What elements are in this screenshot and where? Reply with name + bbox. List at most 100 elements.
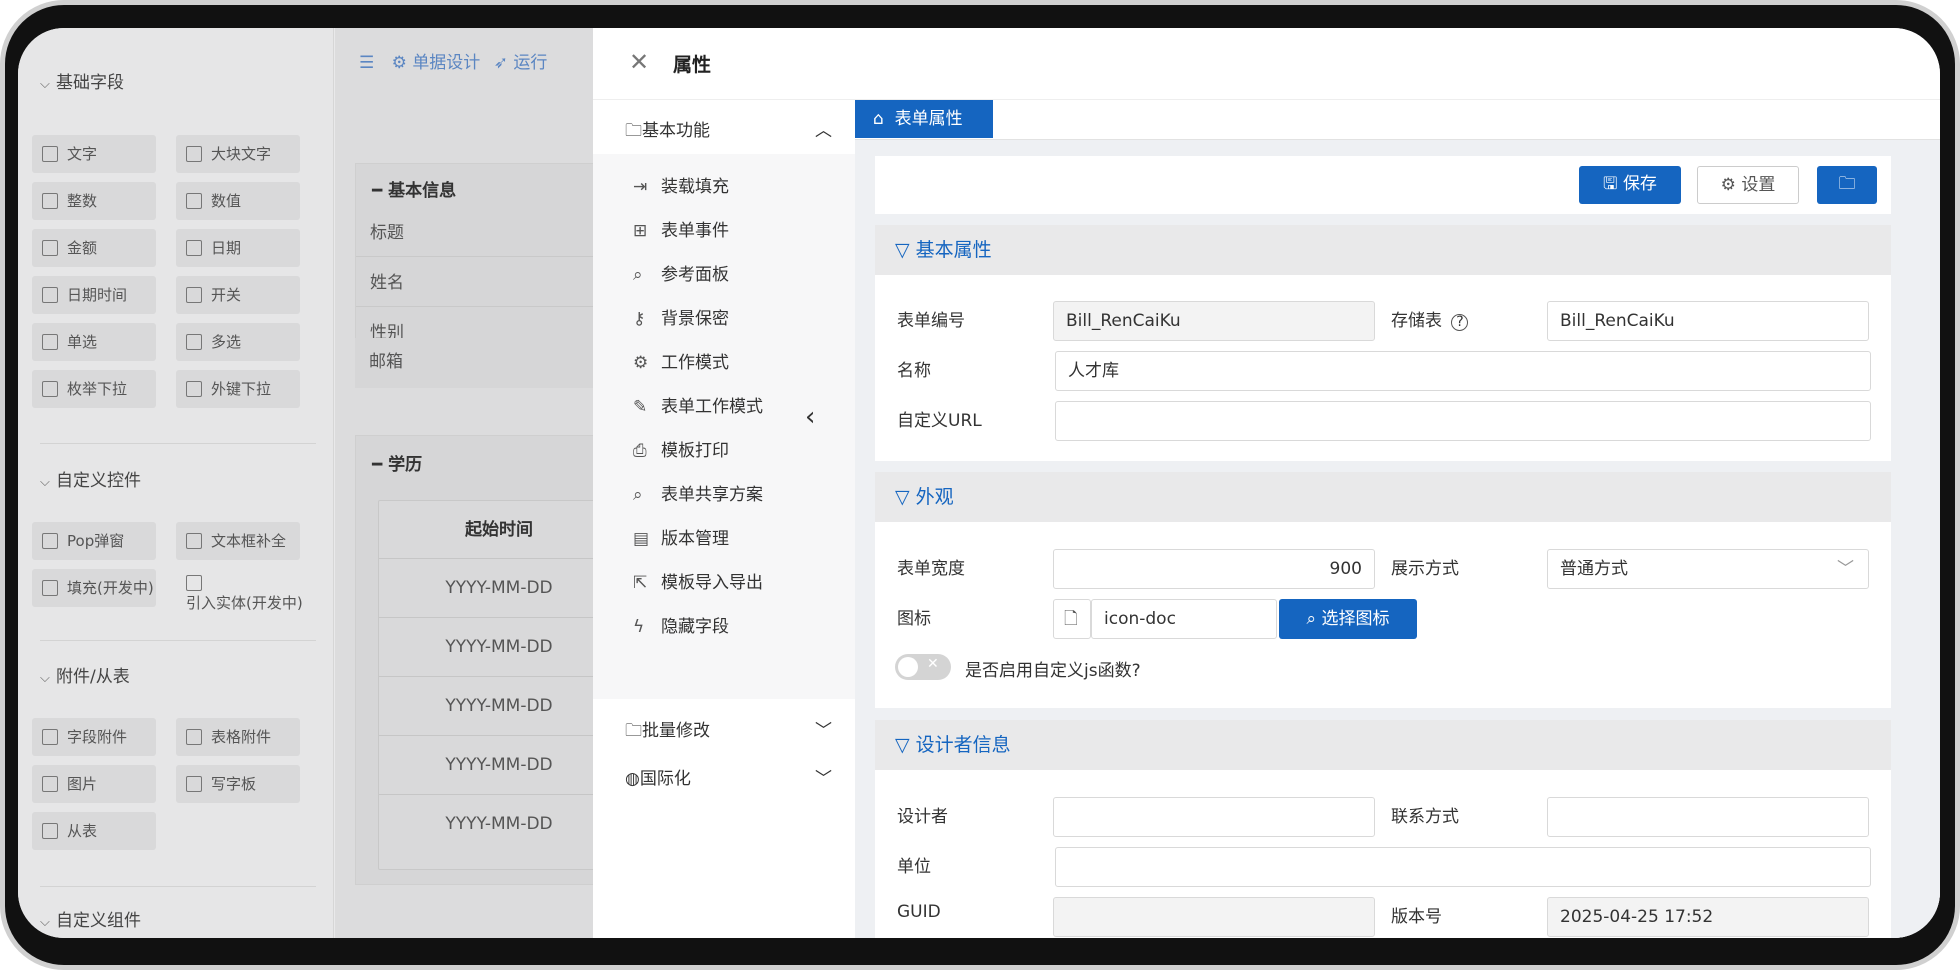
close-icon[interactable]: ✕ (629, 48, 649, 76)
help-icon[interactable]: ? (1451, 314, 1469, 331)
field-writing[interactable]: 写字板 (176, 765, 300, 803)
nav-group-batch[interactable]: 🗀批量修改 ﹀ (625, 716, 832, 747)
field-subtable[interactable]: 从表 (32, 812, 156, 850)
nav-item-import-export[interactable]: ⇱ 模板导入导出 (633, 568, 763, 593)
section-attachments[interactable]: ⌵ 附件/从表 (40, 662, 130, 687)
table-row[interactable]: YYYY-MM-DD (379, 736, 619, 795)
grid-icon: ⊞ (633, 221, 648, 241)
field-table-attach[interactable]: 表格附件 (176, 718, 300, 756)
chip-label: 表格附件 (211, 728, 272, 746)
field-money[interactable]: 金额 (32, 229, 156, 267)
field-number[interactable]: 数值 (176, 182, 300, 220)
run-button[interactable]: ➶ 运行 (494, 53, 548, 73)
field-bigtext[interactable]: 大块文字 (176, 135, 300, 173)
table-header: 起始时间 (379, 501, 619, 559)
panel-header[interactable]: ▽ 外观 (875, 472, 1891, 522)
table-row[interactable]: YYYY-MM-DD (379, 795, 619, 854)
panel-header[interactable]: ▽ 基本属性 (875, 225, 1891, 275)
field-fill[interactable]: 填充(开发中) (32, 569, 156, 607)
guid-input[interactable] (1053, 897, 1375, 937)
menu-icon[interactable]: ☰ (359, 53, 374, 73)
field-switch[interactable]: 开关 (176, 276, 300, 314)
field-row[interactable]: 邮箱 (355, 338, 615, 388)
nav-item-version[interactable]: ▤ 版本管理 (633, 524, 729, 549)
field-image[interactable]: 图片 (32, 765, 156, 803)
field-enum[interactable]: 枚举下拉 (32, 370, 156, 408)
table-row[interactable]: YYYY-MM-DD (379, 559, 619, 618)
url-input[interactable] (1055, 401, 1871, 441)
choose-icon-label: 选择图标 (1321, 609, 1390, 629)
section-basic-fields[interactable]: ⌵ 基础字段 (40, 68, 124, 93)
nav-item-events[interactable]: ⊞ 表单事件 (633, 216, 729, 241)
name-input[interactable]: 人才库 (1055, 351, 1871, 391)
chip-label: 日期 (211, 239, 242, 257)
field-autocomplete[interactable]: 文本框补全 (176, 522, 300, 560)
panel-basic-properties: ▽ 基本属性 表单编号 Bill_RenCaiKu 存储表 ? Bill_Ren… (875, 225, 1891, 461)
save-label: 保存 (1622, 174, 1657, 194)
settings-button[interactable]: ⚙ 设置 (1697, 166, 1799, 204)
divider (40, 443, 316, 444)
nav-item-form-workmode[interactable]: ✎ 表单工作模式 (633, 392, 763, 417)
textarea-icon (186, 146, 202, 162)
section-custom-controls[interactable]: ⌵ 自定义控件 (40, 466, 141, 491)
display-select[interactable]: 普通方式 ﹀ (1547, 549, 1869, 589)
save-icon: 🖫 (1603, 174, 1618, 194)
nav-item-label: 背景保密 (661, 309, 729, 329)
nav-item-load[interactable]: ⇥ 装载填充 (633, 172, 729, 197)
field-multi[interactable]: 多选 (176, 323, 300, 361)
table-row[interactable]: YYYY-MM-DD (379, 677, 619, 736)
nav-item-hidden[interactable]: ϟ 隐藏字段 (633, 612, 729, 637)
field-fk[interactable]: 外键下拉 (176, 370, 300, 408)
field-pop[interactable]: Pop弹窗 (32, 522, 156, 560)
js-toggle[interactable]: ✕ (895, 654, 951, 680)
nav-group-label: 国际化 (639, 769, 691, 789)
nav-group-basic[interactable]: 🗀基本功能 ︿ (625, 116, 832, 147)
contact-input[interactable] (1547, 797, 1869, 837)
nav-item-label: 装载填充 (661, 177, 729, 197)
field-int[interactable]: 整数 (32, 182, 156, 220)
collapse-arrow-icon[interactable]: ‹ (805, 402, 815, 432)
field-date[interactable]: 日期 (176, 229, 300, 267)
key-icon: ⚷ (633, 309, 646, 329)
table-row[interactable]: YYYY-MM-DD (379, 618, 619, 677)
choose-icon-button[interactable]: ⌕ 选择图标 (1279, 599, 1417, 639)
chip-label: 写字板 (211, 775, 257, 793)
table-cell: YYYY-MM-DD (445, 696, 553, 716)
drawer-title: 属性 (673, 54, 712, 76)
group-title: ━ 基本信息 (372, 181, 457, 201)
tab-form-properties[interactable]: ⌂ 表单属性 (855, 100, 993, 138)
group-title-text: 学历 (388, 455, 423, 475)
nav-item-workmode[interactable]: ⚙ 工作模式 (633, 348, 729, 373)
nav-item-reference[interactable]: ⌕ 参考面板 (633, 260, 729, 285)
sub-table: 起始时间 YYYY-MM-DD YYYY-MM-DD YYYY-MM-DD YY… (378, 500, 619, 870)
field-entity[interactable]: 引入实体(开发中) (176, 569, 326, 619)
field-row[interactable]: 标题 (356, 209, 616, 257)
field-text[interactable]: 文字 (32, 135, 156, 173)
designer-input[interactable] (1053, 797, 1375, 837)
nav-item-print[interactable]: ⎙ 模板打印 (633, 436, 729, 461)
version-input[interactable]: 2025-04-25 17:52 (1547, 897, 1869, 937)
field-row[interactable]: 姓名 (356, 259, 616, 307)
field-radio[interactable]: 单选 (32, 323, 156, 361)
close-icon: ✕ (927, 656, 939, 672)
field-attach[interactable]: 字段附件 (32, 718, 156, 756)
storage-input[interactable]: Bill_RenCaiKu (1547, 301, 1869, 341)
design-button[interactable]: ⚙ 单据设计 (392, 53, 481, 73)
panel-header[interactable]: ▽ 设计者信息 (875, 720, 1891, 770)
org-input[interactable] (1055, 847, 1871, 887)
save-button[interactable]: 🖫 保存 (1579, 166, 1681, 204)
form-no-input[interactable]: Bill_RenCaiKu (1053, 301, 1375, 341)
field-datetime[interactable]: 日期时间 (32, 276, 156, 314)
nav-group-i18n[interactable]: ◍国际化 ﹀ (625, 764, 832, 789)
nav-item-share[interactable]: ⌕ 表单共享方案 (633, 480, 763, 505)
section-custom-components[interactable]: ⌵ 自定义组件 (40, 906, 141, 931)
chip-label: 开关 (211, 286, 242, 304)
action-bar: 🖫 保存 ⚙ 设置 🗀 (875, 156, 1891, 214)
checkbox-icon (186, 287, 202, 303)
folder-icon: 🗀 (625, 721, 642, 741)
width-input[interactable]: 900 (1053, 549, 1375, 589)
tab-bar: ⌂ 表单属性 (855, 100, 1940, 140)
icon-input[interactable]: icon-doc (1091, 599, 1277, 639)
nav-item-secret[interactable]: ⚷ 背景保密 (633, 304, 729, 329)
folder-button[interactable]: 🗀 (1817, 166, 1877, 204)
